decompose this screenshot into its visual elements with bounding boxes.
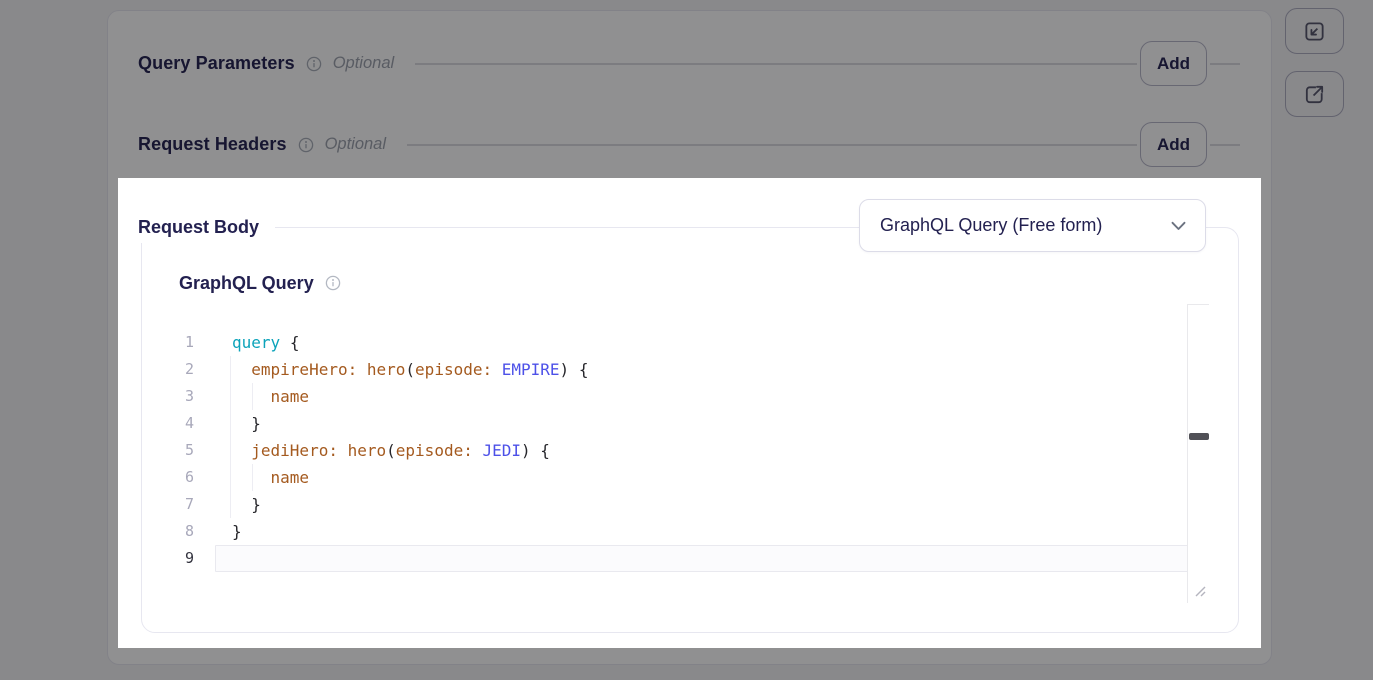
- code-token-plain: [232, 387, 271, 406]
- editor-scrollbar[interactable]: [1187, 304, 1209, 603]
- graphql-query-editor[interactable]: 123456789 query { empireHero: hero(episo…: [162, 304, 1209, 603]
- code-token-plain: [232, 360, 251, 379]
- code-token-plain: [357, 360, 367, 379]
- dim-overlay-right: [1261, 178, 1373, 648]
- line-number: 7: [162, 491, 194, 518]
- dim-overlay-top: [0, 0, 1373, 178]
- code-line[interactable]: }: [215, 518, 1208, 545]
- code-token-property: empireHero:: [251, 360, 357, 379]
- code-token-property: hero: [367, 360, 406, 379]
- line-number: 9: [162, 545, 194, 572]
- page-background: { "sections": { "query_params": { "title…: [0, 0, 1373, 680]
- graphql-query-label: GraphQL Query: [179, 273, 314, 294]
- code-token-property: hero: [348, 441, 387, 460]
- graphql-query-label-row: GraphQL Query: [179, 272, 341, 294]
- code-line[interactable]: empireHero: hero(episode: EMPIRE) {: [215, 356, 1208, 383]
- scrollbar-thumb[interactable]: [1189, 433, 1209, 440]
- code-token-punct: ): [521, 441, 531, 460]
- code-token-property: name: [271, 468, 310, 487]
- line-number: 1: [162, 329, 194, 356]
- code-line[interactable]: name: [215, 464, 1208, 491]
- code-token-punct: ): [560, 360, 570, 379]
- code-token-plain: [232, 414, 251, 433]
- code-token-plain: [531, 441, 541, 460]
- request-body-title-text: Request Body: [138, 217, 259, 238]
- code-line[interactable]: [215, 545, 1208, 572]
- code-token-punct: {: [290, 333, 300, 352]
- line-number: 4: [162, 410, 194, 437]
- code-token-property: jediHero:: [251, 441, 338, 460]
- code-line[interactable]: jediHero: hero(episode: JEDI) {: [215, 437, 1208, 464]
- line-number: 6: [162, 464, 194, 491]
- code-token-punct: (: [405, 360, 415, 379]
- request-body-title: Request Body: [136, 211, 275, 243]
- code-token-punct: }: [232, 522, 242, 541]
- code-token-plain: [569, 360, 579, 379]
- code-token-plain: [232, 441, 251, 460]
- editor-gutter: 123456789: [162, 329, 194, 572]
- code-line[interactable]: }: [215, 410, 1208, 437]
- editor-code[interactable]: query { empireHero: hero(episode: EMPIRE…: [215, 329, 1208, 572]
- code-token-punct: {: [540, 441, 550, 460]
- code-token-punct: {: [579, 360, 589, 379]
- body-type-select[interactable]: GraphQL Query (Free form): [859, 199, 1206, 252]
- code-line[interactable]: name: [215, 383, 1208, 410]
- info-icon[interactable]: [325, 275, 341, 291]
- code-token-enum: EMPIRE: [502, 360, 560, 379]
- line-number: 3: [162, 383, 194, 410]
- line-number: 8: [162, 518, 194, 545]
- code-line[interactable]: query {: [215, 329, 1208, 356]
- code-token-property: episode:: [396, 441, 473, 460]
- code-token-plain: [232, 495, 251, 514]
- section-request-body: Request Body GraphQL Query 123456789 que…: [141, 227, 1239, 633]
- dim-overlay-bottom: [0, 648, 1373, 680]
- code-token-plain: [492, 360, 502, 379]
- code-token-property: name: [271, 387, 310, 406]
- code-token-property: episode:: [415, 360, 492, 379]
- line-number: 2: [162, 356, 194, 383]
- code-token-plain: [232, 468, 271, 487]
- line-number: 5: [162, 437, 194, 464]
- code-token-enum: JEDI: [482, 441, 521, 460]
- code-token-punct: (: [386, 441, 396, 460]
- chevron-down-icon: [1171, 221, 1186, 231]
- resize-handle-icon[interactable]: [1194, 582, 1206, 601]
- code-token-plain: [280, 333, 290, 352]
- code-token-punct: }: [251, 414, 261, 433]
- body-type-selected-value: GraphQL Query (Free form): [880, 215, 1102, 236]
- code-line[interactable]: }: [215, 491, 1208, 518]
- code-token-keyword: query: [232, 333, 280, 352]
- code-token-plain: [338, 441, 348, 460]
- code-token-punct: }: [251, 495, 261, 514]
- dim-overlay-left: [0, 178, 118, 648]
